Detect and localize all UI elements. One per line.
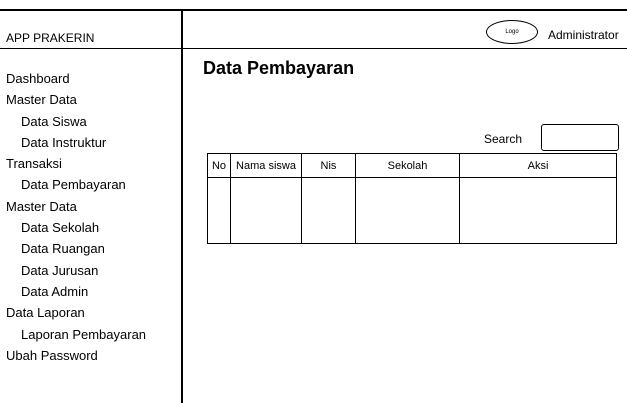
sidebar-item-data-jurusan[interactable]: Data Jurusan — [6, 260, 146, 281]
sidebar-menu: Dashboard Master Data Data Siswa Data In… — [6, 68, 146, 366]
column-header-nis: Nis — [301, 153, 356, 178]
sidebar-item-data-siswa[interactable]: Data Siswa — [6, 111, 146, 132]
sidebar-divider — [181, 9, 183, 403]
header-divider — [0, 48, 627, 49]
page-title: Data Pembayaran — [203, 58, 355, 78]
search-label: Search — [484, 132, 523, 146]
app-title: APP PRAKERIN — [6, 31, 95, 45]
column-header-sekolah: Sekolah — [355, 153, 460, 178]
table-cell-sekolah — [355, 177, 460, 244]
table-cell-aksi[interactable] — [459, 177, 617, 244]
sidebar-item-data-ruangan[interactable]: Data Ruangan — [6, 238, 146, 259]
search-input[interactable] — [541, 124, 619, 151]
payment-table: No Nama siswa Nis Sekolah Aksi — [207, 153, 617, 244]
sidebar-item-data-instruktur[interactable]: Data Instruktur — [6, 132, 146, 153]
sidebar-item-data-laporan[interactable]: Data Laporan — [6, 302, 146, 323]
column-header-nama-siswa: Nama siswa — [230, 153, 302, 178]
table-cell-nis — [301, 177, 356, 244]
logo: Logo — [486, 20, 538, 44]
sidebar-item-transaksi[interactable]: Transaksi — [6, 153, 146, 174]
sidebar-item-dashboard[interactable]: Dashboard — [6, 68, 146, 89]
table-cell-nama-siswa — [230, 177, 302, 244]
column-header-no: No — [207, 153, 231, 178]
table-row — [207, 177, 617, 244]
sidebar-item-data-sekolah[interactable]: Data Sekolah — [6, 217, 146, 238]
sidebar-item-data-admin[interactable]: Data Admin — [6, 281, 146, 302]
column-header-aksi: Aksi — [459, 153, 617, 178]
sidebar-item-laporan-pembayaran[interactable]: Laporan Pembayaran — [6, 324, 146, 345]
sidebar-item-data-pembayaran[interactable]: Data Pembayaran — [6, 174, 146, 195]
logo-text: Logo — [505, 29, 519, 35]
table-cell-no — [207, 177, 231, 244]
sidebar-item-master-data-2[interactable]: Master Data — [6, 196, 146, 217]
top-border — [0, 9, 627, 11]
user-name[interactable]: Administrator — [548, 28, 619, 42]
sidebar-item-ubah-password[interactable]: Ubah Password — [6, 345, 146, 366]
sidebar-item-master-data[interactable]: Master Data — [6, 89, 146, 110]
table-header-row: No Nama siswa Nis Sekolah Aksi — [207, 153, 617, 178]
